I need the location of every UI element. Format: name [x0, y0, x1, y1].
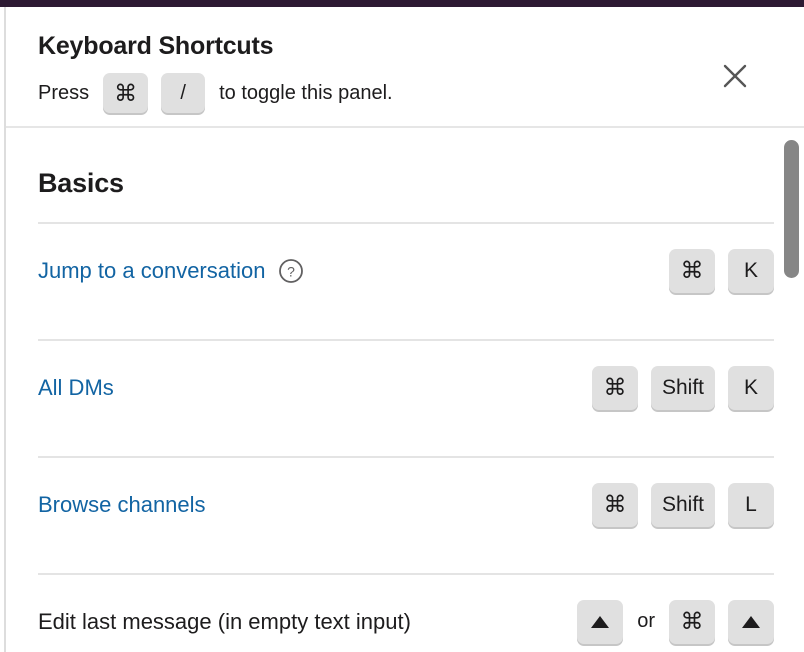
command-key: ⌘ — [591, 365, 638, 410]
section-basics: Basics Jump to a conversation? ⌘ K All DMs ⌘… — [6, 128, 804, 650]
k-key-glyph: K — [743, 376, 758, 399]
shortcut-label[interactable]: Browse channels — [38, 488, 206, 522]
toggle-slash-key: / — [161, 73, 206, 113]
shortcut-row: Edit last message (in empty text input) o… — [6, 575, 804, 650]
shift-key-glyph: Shift — [661, 376, 704, 399]
command-key: ⌘ — [591, 482, 638, 527]
subtitle-prefix: Press — [38, 82, 90, 104]
command-glyph: ⌘ — [114, 79, 138, 106]
l-key-glyph: L — [745, 493, 757, 516]
svg-text:?: ? — [288, 263, 296, 279]
shortcut-label[interactable]: Jump to a conversation? — [38, 254, 304, 288]
shortcut-keys: ⌘ Shift L — [591, 482, 774, 527]
scrollbar-thumb[interactable] — [784, 140, 799, 278]
window-title-bar — [0, 0, 804, 7]
section-title: Basics — [38, 168, 124, 198]
command-key: ⌘ — [669, 599, 715, 644]
vertical-scrollbar[interactable] — [784, 128, 802, 650]
keyboard-shortcuts-window: Keyboard Shortcuts Press ⌘ / to toggle t… — [0, 0, 804, 652]
shift-key: Shift — [650, 482, 715, 527]
shift-key-glyph: Shift — [661, 493, 704, 516]
l-key: L — [728, 482, 774, 527]
command-key-glyph: ⌘ — [603, 491, 627, 517]
command-key-glyph: ⌘ — [680, 257, 704, 283]
question-mark-circle-icon[interactable]: ? — [278, 258, 304, 284]
shortcut-keys: or ⌘ — [577, 599, 774, 644]
shortcut-label-text: Jump to a conversation — [38, 257, 266, 283]
k-key: K — [728, 248, 774, 293]
shortcut-rows: Jump to a conversation? ⌘ K All DMs ⌘ Shift K B… — [6, 224, 804, 650]
arrow-up-icon — [742, 615, 760, 628]
close-button[interactable] — [714, 55, 756, 97]
subtitle-suffix: to toggle this panel. — [219, 82, 393, 104]
arrow-up-key — [728, 599, 774, 644]
shift-key: Shift — [650, 365, 715, 410]
shortcuts-scroll-area[interactable]: Basics Jump to a conversation? ⌘ K All DMs ⌘… — [6, 128, 804, 650]
k-key: K — [728, 365, 774, 410]
panel-subtitle: Press ⌘ / to toggle this panel. — [38, 73, 804, 113]
slash-glyph: / — [180, 82, 186, 104]
shortcut-label-text: Browse channels — [38, 491, 206, 517]
keyboard-shortcuts-panel: Keyboard Shortcuts Press ⌘ / to toggle t… — [6, 7, 804, 652]
close-icon — [723, 64, 747, 88]
shortcut-label-text: All DMs — [38, 374, 114, 400]
k-key-glyph: K — [743, 259, 758, 282]
command-key-glyph: ⌘ — [680, 608, 704, 634]
shortcut-keys: ⌘ Shift K — [591, 365, 774, 410]
keys-separator: or — [637, 610, 655, 632]
shortcut-row: Browse channels ⌘ Shift L — [6, 458, 804, 551]
page-title: Keyboard Shortcuts — [38, 32, 274, 60]
shortcut-row: Jump to a conversation? ⌘ K — [6, 224, 804, 317]
shortcut-label[interactable]: All DMs — [38, 371, 114, 405]
arrow-up-key — [577, 599, 624, 644]
shortcut-row: All DMs ⌘ Shift K — [6, 341, 804, 434]
toggle-command-key: ⌘ — [103, 73, 149, 113]
panel-header: Keyboard Shortcuts Press ⌘ / to toggle t… — [6, 7, 804, 128]
shortcut-label: Edit last message (in empty text input) — [38, 605, 411, 639]
arrow-up-icon — [591, 615, 610, 628]
command-key-glyph: ⌘ — [603, 374, 627, 400]
shortcut-label-text: Edit last message (in empty text input) — [38, 608, 411, 634]
shortcut-keys: ⌘ K — [669, 248, 774, 293]
command-key: ⌘ — [669, 248, 715, 293]
